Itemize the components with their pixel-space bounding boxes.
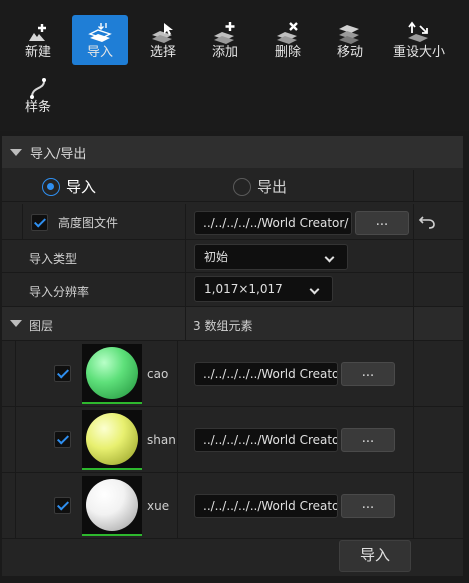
layer-browse-button[interactable]: ... [341, 428, 395, 452]
layer-browse-button[interactable]: ... [341, 362, 395, 386]
layer-sphere-image [86, 413, 138, 465]
mode-toolbar: 新建 导入 选择 添加 删除 移动 重设大小 样条 [0, 0, 469, 131]
column-divider [413, 407, 414, 472]
resolution-value: 1,017×1,017 [204, 282, 283, 296]
tool-spline-label: 样条 [24, 100, 51, 115]
layer-checkbox[interactable] [54, 365, 71, 382]
layer-browse-button[interactable]: ... [341, 494, 395, 518]
move-icon [339, 25, 359, 44]
layer-name: xue [147, 499, 170, 513]
tool-import-button[interactable]: 导入 [72, 15, 128, 65]
reset-arrow-icon[interactable] [418, 214, 436, 230]
tool-resize-button[interactable]: 重设大小 [384, 15, 454, 65]
tool-add-label: 添加 [211, 45, 238, 60]
layer-sphere-image [86, 347, 138, 399]
indent-divider [15, 407, 16, 472]
delete-icon [277, 22, 298, 44]
tool-move-button[interactable]: 移动 [322, 15, 378, 65]
import-export-header[interactable]: 导入/导出 [2, 136, 463, 168]
tool-select-button[interactable]: 选择 [135, 15, 191, 65]
import-export-panel: 导入/导出 导入 导出 高度图文件 ../../../../../World C… [2, 136, 463, 576]
heightmap-browse-button[interactable]: ... [355, 211, 409, 235]
layer-sphere-image [86, 479, 138, 531]
heightmap-path-field[interactable]: ../../../../../World Creator/ [194, 211, 352, 235]
layers-header-row[interactable]: 图层 3 数组元素 [2, 307, 463, 341]
column-divider [413, 273, 414, 306]
section-title: 导入/导出 [30, 146, 87, 162]
column-divider [185, 204, 186, 239]
layer-row: xue ../../../../../World Creato ... [2, 473, 463, 539]
tool-add-button[interactable]: 添加 [197, 15, 253, 65]
mode-export-label: 导出 [257, 178, 288, 196]
column-divider [413, 170, 414, 201]
resolution-row: 导入分辨率 1,017×1,017 [2, 273, 463, 307]
tool-delete-label: 删除 [274, 45, 301, 60]
tool-new-label: 新建 [24, 45, 51, 60]
indent-divider [22, 204, 23, 239]
layer-checkbox[interactable] [54, 431, 71, 448]
layers-title: 图层 [29, 319, 54, 333]
layers-collapse-caret-icon[interactable] [10, 320, 22, 327]
select-icon [152, 23, 173, 43]
heightmap-row: 高度图文件 ../../../../../World Creator/ ... [2, 204, 463, 240]
import-type-value: 初始 [204, 250, 229, 264]
import-button[interactable]: 导入 [339, 540, 411, 572]
mode-import-label: 导入 [66, 178, 97, 196]
layer-thumbnail [82, 476, 142, 536]
import-type-row: 导入类型 初始 [2, 240, 463, 273]
radio-selected-icon [42, 177, 60, 196]
layers-count: 3 数组元素 [193, 319, 253, 333]
spline-icon [30, 78, 46, 99]
tool-resize-label: 重设大小 [392, 45, 445, 60]
radio-unselected-icon [233, 177, 251, 196]
new-icon [29, 24, 46, 41]
resize-icon [408, 21, 428, 42]
column-divider [413, 341, 414, 406]
mode-row: 导入 导出 [2, 170, 463, 202]
layer-path-field[interactable]: ../../../../../World Creato [194, 428, 338, 452]
tool-select-label: 选择 [149, 45, 176, 60]
column-divider [185, 240, 186, 272]
chevron-down-icon [324, 252, 335, 263]
indent-divider [15, 473, 16, 538]
column-divider [185, 273, 186, 306]
indent-divider [15, 341, 16, 406]
tool-new-button[interactable]: 新建 [10, 15, 66, 65]
column-divider [177, 407, 178, 472]
mode-import-radio[interactable]: 导入 [42, 176, 96, 197]
tool-delete-button[interactable]: 删除 [260, 15, 316, 65]
layer-path-field[interactable]: ../../../../../World Creato [194, 362, 338, 386]
layer-row: shan ../../../../../World Creato ... [2, 407, 463, 473]
column-divider [413, 473, 414, 538]
layer-row: cao ../../../../../World Creato ... [2, 341, 463, 407]
column-divider [413, 240, 414, 272]
layer-checkbox[interactable] [54, 497, 71, 514]
resolution-dropdown[interactable]: 1,017×1,017 [194, 276, 333, 302]
heightmap-label: 高度图文件 [58, 216, 119, 230]
resolution-label: 导入分辨率 [29, 285, 90, 299]
layer-thumbnail [82, 344, 142, 404]
collapse-caret-icon[interactable] [10, 148, 22, 156]
chevron-down-icon [309, 284, 320, 295]
add-icon [214, 22, 235, 44]
tool-import-label: 导入 [86, 45, 113, 60]
import-type-dropdown[interactable]: 初始 [194, 244, 348, 270]
layer-thumbnail [82, 410, 142, 470]
layer-name: cao [147, 367, 169, 381]
column-divider [177, 473, 178, 538]
layer-name: shan [147, 433, 176, 447]
mode-export-radio[interactable]: 导出 [233, 176, 287, 197]
column-divider [185, 307, 186, 340]
tool-spline-button[interactable]: 样条 [10, 70, 66, 120]
tool-move-label: 移动 [336, 45, 363, 60]
layer-path-field[interactable]: ../../../../../World Creato [194, 494, 338, 518]
import-type-label: 导入类型 [29, 252, 78, 266]
column-divider [177, 341, 178, 406]
import-icon [88, 23, 112, 42]
column-divider [413, 307, 414, 340]
column-divider [413, 204, 414, 239]
heightmap-checkbox[interactable] [31, 214, 48, 231]
